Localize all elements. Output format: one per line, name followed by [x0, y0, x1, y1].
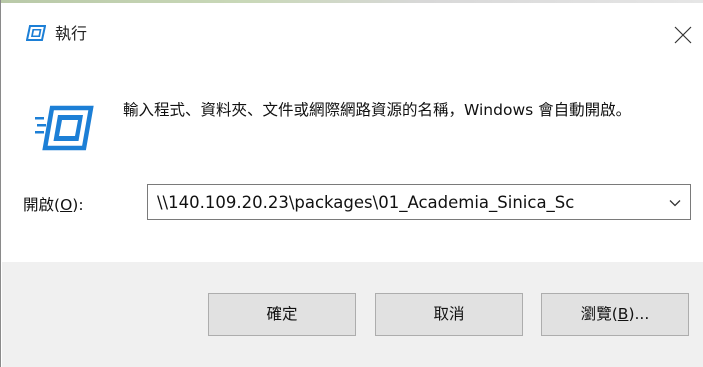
open-label: 開啟(O):	[23, 195, 84, 215]
open-path-input[interactable]	[157, 192, 662, 214]
open-label-suffix: ):	[72, 196, 84, 214]
run-icon	[25, 25, 47, 41]
cancel-button[interactable]: 取消	[375, 293, 523, 336]
browse-button[interactable]: 瀏覽(B)...	[541, 293, 689, 336]
open-label-prefix: 開啟(	[23, 196, 61, 214]
browse-label-suffix: )...	[628, 305, 650, 323]
window-title: 執行	[55, 24, 88, 43]
browse-label-accelerator: B	[617, 305, 629, 323]
close-button[interactable]	[665, 17, 701, 53]
dropdown-button[interactable]	[663, 192, 687, 214]
open-combobox[interactable]	[147, 184, 691, 220]
browse-label-prefix: 瀏覽(	[580, 305, 618, 323]
chevron-down-icon	[669, 200, 681, 207]
ok-button[interactable]: 確定	[208, 293, 356, 336]
run-program-icon	[35, 104, 95, 152]
title-bar[interactable]: 執行	[1, 3, 703, 63]
close-icon	[674, 26, 692, 44]
run-dialog: 執行 輸入程式、資料夾、文件或網際網路資源的名稱，Windows 會自動開啟。 …	[0, 0, 703, 367]
instruction-text: 輸入程式、資料夾、文件或網際網路資源的名稱，Windows 會自動開啟。	[123, 101, 632, 119]
open-label-accelerator: O	[60, 196, 73, 214]
